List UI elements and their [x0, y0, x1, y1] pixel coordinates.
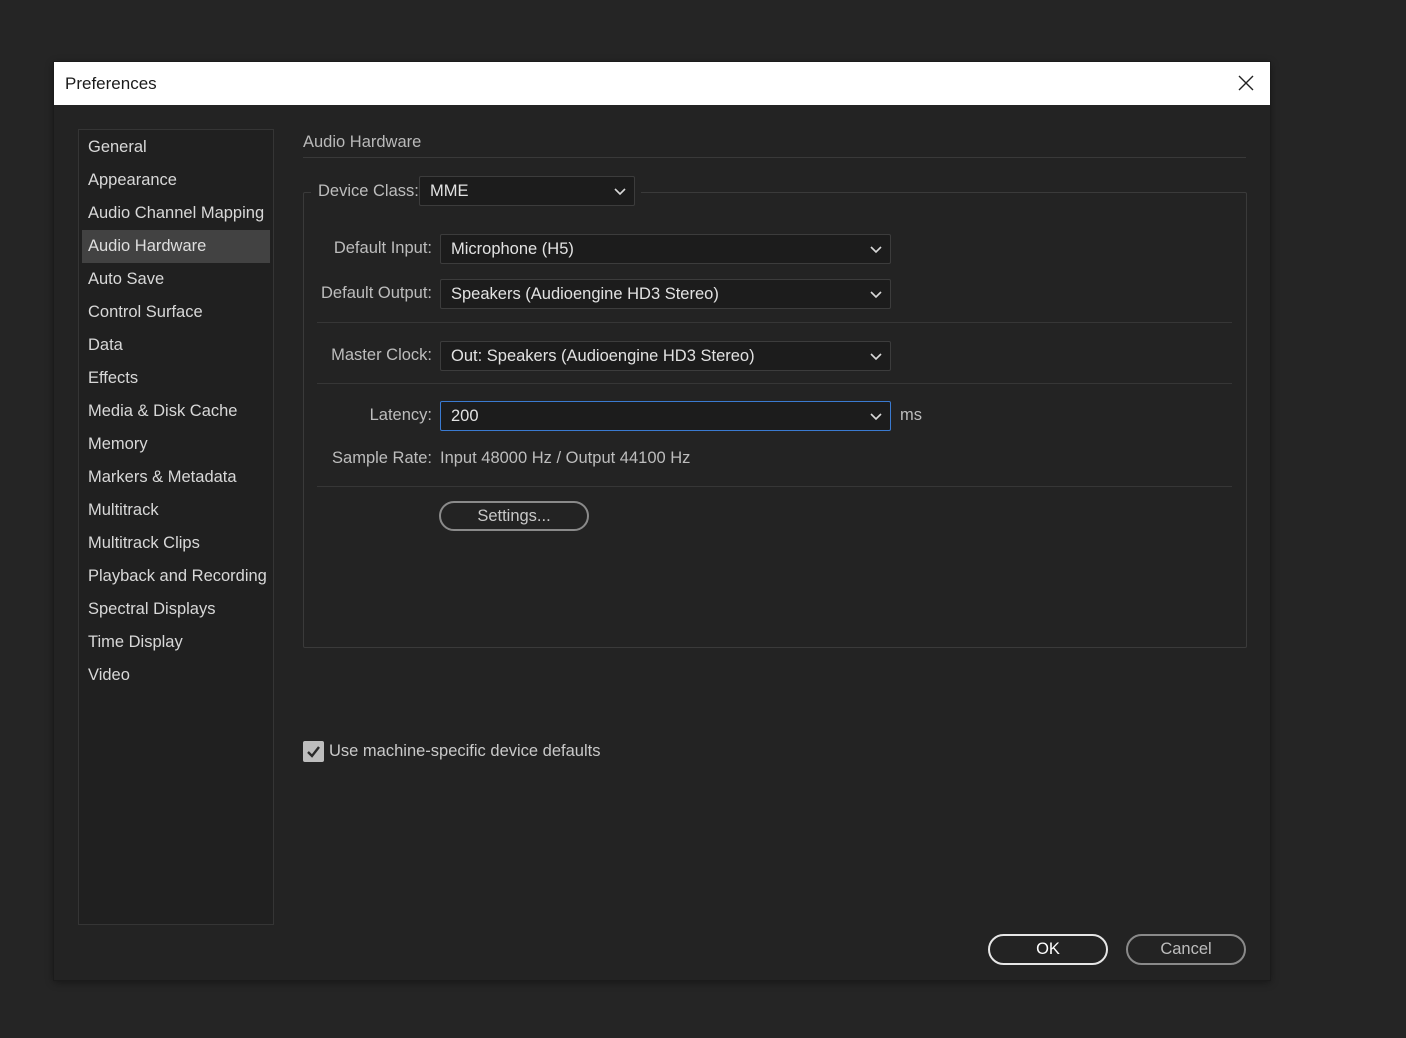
sidebar-item-playback-recording[interactable]: Playback and Recording: [82, 560, 270, 593]
default-output-label: Default Output:: [321, 284, 432, 302]
latency-dropdown[interactable]: 200: [440, 401, 891, 431]
machine-defaults-checkbox[interactable]: [303, 741, 324, 762]
dialog-title: Preferences: [65, 74, 157, 93]
chevron-down-icon: [614, 188, 626, 196]
machine-defaults-label: Use machine-specific device defaults: [329, 742, 601, 760]
preferences-dialog: Preferences General Appearance Audio Cha…: [54, 62, 1270, 980]
sidebar-item-markers-metadata[interactable]: Markers & Metadata: [82, 461, 270, 494]
sample-rate-value: Input 48000 Hz / Output 44100 Hz: [440, 449, 691, 467]
latency-value: 200: [451, 407, 479, 425]
default-output-value: Speakers (Audioengine HD3 Stereo): [451, 285, 719, 303]
cancel-button[interactable]: Cancel: [1126, 934, 1246, 965]
sidebar-item-multitrack-clips[interactable]: Multitrack Clips: [82, 527, 270, 560]
latency-unit: ms: [900, 406, 922, 424]
ok-button[interactable]: OK: [988, 934, 1108, 965]
sidebar-item-spectral-displays[interactable]: Spectral Displays: [82, 593, 270, 626]
master-clock-dropdown[interactable]: Out: Speakers (Audioengine HD3 Stereo): [440, 341, 891, 371]
close-icon: [1238, 75, 1254, 91]
sidebar-item-multitrack[interactable]: Multitrack: [82, 494, 270, 527]
sidebar-item-control-surface[interactable]: Control Surface: [82, 296, 270, 329]
sidebar-item-auto-save[interactable]: Auto Save: [82, 263, 270, 296]
device-class-value: MME: [430, 182, 469, 200]
close-button[interactable]: [1236, 73, 1256, 93]
latency-label: Latency:: [369, 406, 432, 424]
master-clock-label: Master Clock:: [331, 346, 432, 364]
panel-title-divider: [303, 157, 1246, 158]
chevron-down-icon: [870, 246, 882, 254]
default-input-label: Default Input:: [333, 239, 432, 257]
device-class-label: Device Class:: [318, 182, 419, 200]
sidebar-item-audio-channel-mapping[interactable]: Audio Channel Mapping: [82, 197, 270, 230]
divider: [317, 383, 1232, 384]
sidebar-item-appearance[interactable]: Appearance: [82, 164, 270, 197]
sidebar-item-video[interactable]: Video: [82, 659, 270, 692]
sidebar-item-audio-hardware[interactable]: Audio Hardware: [82, 230, 270, 263]
sidebar-item-time-display[interactable]: Time Display: [82, 626, 270, 659]
panel-title: Audio Hardware: [303, 133, 422, 151]
device-class-dropdown[interactable]: MME: [419, 176, 635, 206]
chevron-down-icon: [870, 413, 882, 421]
sidebar-item-effects[interactable]: Effects: [82, 362, 270, 395]
device-class-row: Device Class: MME: [311, 175, 641, 207]
sidebar-item-memory[interactable]: Memory: [82, 428, 270, 461]
master-clock-value: Out: Speakers (Audioengine HD3 Stereo): [451, 347, 755, 365]
chevron-down-icon: [870, 353, 882, 361]
settings-button[interactable]: Settings...: [439, 501, 589, 531]
preferences-sidebar: General Appearance Audio Channel Mapping…: [78, 129, 274, 925]
default-input-dropdown[interactable]: Microphone (H5): [440, 234, 891, 264]
default-output-dropdown[interactable]: Speakers (Audioengine HD3 Stereo): [440, 279, 891, 309]
default-input-value: Microphone (H5): [451, 240, 574, 258]
chevron-down-icon: [870, 291, 882, 299]
sample-rate-label: Sample Rate:: [332, 449, 432, 467]
checkmark-icon: [307, 746, 320, 758]
divider: [317, 322, 1232, 323]
sidebar-item-media-disk-cache[interactable]: Media & Disk Cache: [82, 395, 270, 428]
sidebar-item-general[interactable]: General: [82, 131, 270, 164]
divider: [317, 486, 1232, 487]
sidebar-item-data[interactable]: Data: [82, 329, 270, 362]
title-bar: Preferences: [54, 62, 1270, 105]
